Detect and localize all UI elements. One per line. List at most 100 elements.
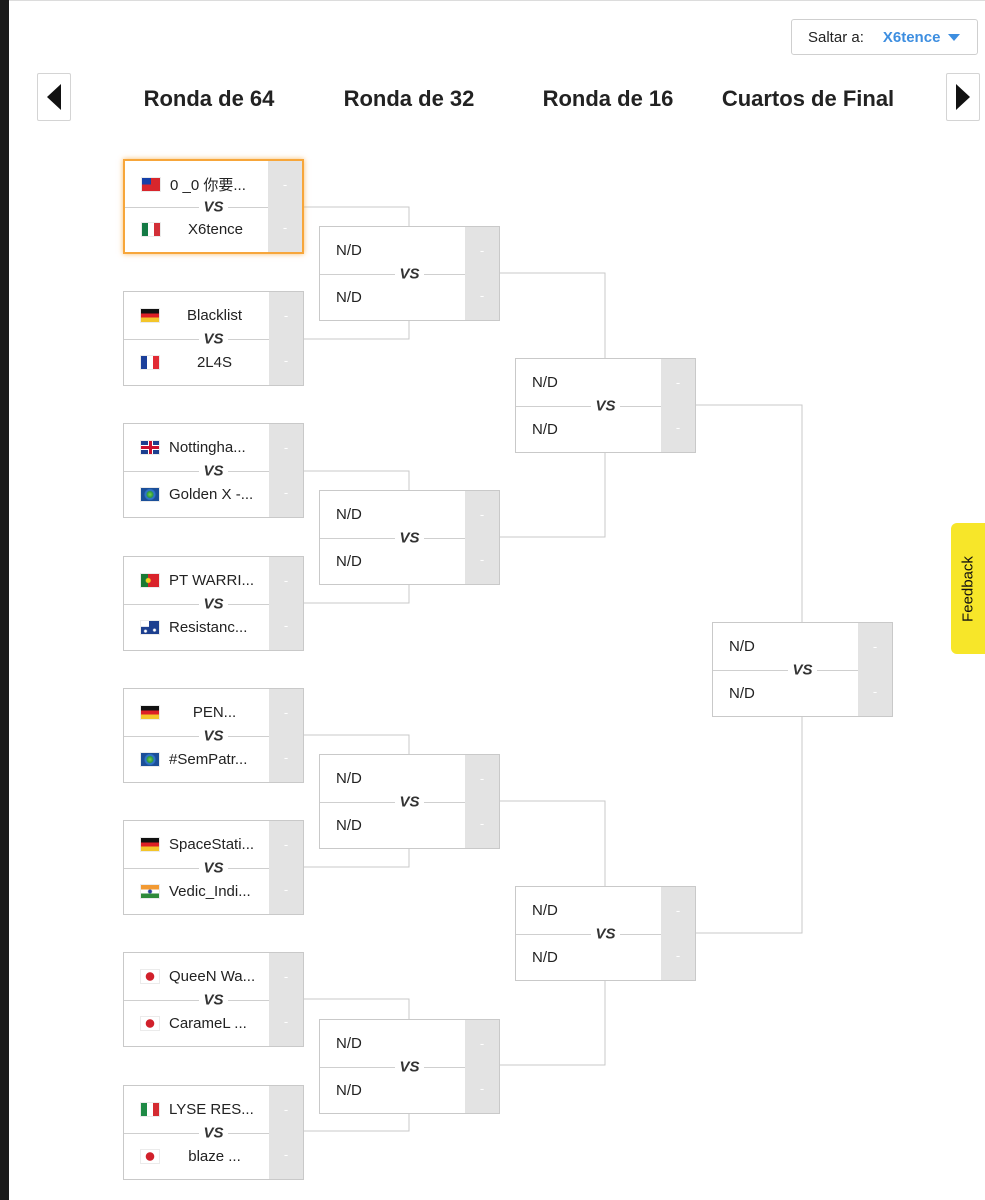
team1-score: - — [283, 573, 289, 588]
team-name: Nottingha... — [169, 438, 246, 456]
team-name: PT WARRI... — [169, 571, 255, 589]
team1-score: - — [283, 837, 289, 852]
feedback-tab[interactable]: Feedback — [951, 523, 985, 654]
team2-score: - — [282, 220, 288, 235]
team2-score: - — [675, 420, 681, 435]
vs-label: VS — [124, 859, 303, 876]
flag-italy-icon — [141, 1102, 159, 1116]
match-r64-3[interactable]: Nottingha... Golden X -... - - VS — [123, 423, 304, 518]
vs-label: VS — [124, 462, 303, 479]
team2-score: - — [283, 618, 289, 633]
match-qf-1[interactable]: N/D N/D - - VS — [712, 622, 893, 717]
flag-japan-icon — [141, 1016, 159, 1030]
vs-label: VS — [124, 330, 303, 347]
team2-score: - — [479, 1081, 485, 1096]
flag-germany-icon — [141, 837, 159, 851]
flag-germany-icon — [141, 705, 159, 719]
team1-score: - — [675, 903, 681, 918]
match-r32-2[interactable]: N/D N/D - - VS — [319, 490, 500, 585]
match-r64-1[interactable]: 0 _0 你要... X6tence - - VS — [123, 159, 304, 254]
feedback-label: Feedback — [959, 555, 977, 622]
vs-label: VS — [124, 991, 303, 1008]
team-name: N/D — [336, 505, 362, 523]
team-name: N/D — [336, 1081, 362, 1099]
match-r16-2[interactable]: N/D N/D - - VS — [515, 886, 696, 981]
flag-world-icon — [141, 752, 159, 766]
flag-mexico-icon — [142, 222, 160, 236]
flag-india-icon — [141, 884, 159, 898]
team-name: 2L4S — [196, 353, 233, 371]
team1-score: - — [479, 771, 485, 786]
flag-world-icon — [141, 487, 159, 501]
vs-text: VS — [395, 265, 424, 282]
vs-label: VS — [124, 727, 303, 744]
flag-japan-icon — [141, 1149, 159, 1163]
team2-score: - — [872, 684, 878, 699]
team2-score: - — [675, 948, 681, 963]
match-r64-4[interactable]: PT WARRI... Resistanc... - - VS — [123, 556, 304, 651]
team2-score: - — [479, 816, 485, 831]
team-name: Blacklist — [186, 306, 242, 324]
team2-score: - — [283, 882, 289, 897]
team2-score: - — [283, 1147, 289, 1162]
vs-text: VS — [395, 793, 424, 810]
team1-score: - — [283, 440, 289, 455]
vs-label: VS — [124, 1124, 303, 1141]
team-name: N/D — [336, 816, 362, 834]
team2-score: - — [479, 552, 485, 567]
team2-score: - — [283, 485, 289, 500]
team-name: N/D — [336, 1034, 362, 1052]
team-name: N/D — [729, 684, 755, 702]
team1-score: - — [479, 243, 485, 258]
flag-portugal-icon — [141, 573, 159, 587]
vs-text: VS — [591, 397, 620, 414]
match-r32-3[interactable]: N/D N/D - - VS — [319, 754, 500, 849]
vs-text: VS — [199, 330, 228, 347]
flag-taiwan-icon — [142, 177, 160, 191]
team-name: #SemPatr... — [169, 750, 248, 768]
match-r64-5[interactable]: PEN... #SemPatr... - - VS — [123, 688, 304, 783]
match-r64-2[interactable]: Blacklist 2L4S - - VS — [123, 291, 304, 386]
match-r16-1[interactable]: N/D N/D - - VS — [515, 358, 696, 453]
vs-label: VS — [320, 529, 499, 546]
team2-score: - — [283, 750, 289, 765]
vs-text: VS — [395, 529, 424, 546]
team-name: blaze ... — [188, 1147, 241, 1165]
vs-label: VS — [125, 198, 302, 215]
team-name: Golden X -... — [169, 485, 254, 503]
vs-text: VS — [788, 661, 817, 678]
team2-score: - — [283, 1014, 289, 1029]
vs-text: VS — [395, 1058, 424, 1075]
vs-text: VS — [199, 1124, 228, 1141]
team-name: LYSE RES... — [169, 1100, 254, 1118]
match-r64-7[interactable]: QueeN Wa... CarameL ... - - VS — [123, 952, 304, 1047]
match-r64-8[interactable]: LYSE RES... blaze ... - - VS — [123, 1085, 304, 1180]
vs-label: VS — [516, 925, 695, 942]
vs-text: VS — [199, 991, 228, 1008]
team1-score: - — [479, 507, 485, 522]
team-name: QueeN Wa... — [169, 967, 256, 985]
team-name: N/D — [336, 769, 362, 787]
team1-score: - — [872, 639, 878, 654]
vs-label: VS — [320, 1058, 499, 1075]
match-r32-1[interactable]: N/D N/D - - VS — [319, 226, 500, 321]
vs-text: VS — [199, 727, 228, 744]
team1-score: - — [283, 969, 289, 984]
team1-score: - — [283, 705, 289, 720]
team1-score: - — [282, 177, 288, 192]
flag-germany-icon — [141, 308, 159, 322]
vs-label: VS — [124, 595, 303, 612]
team-name: N/D — [532, 901, 558, 919]
vs-label: VS — [320, 793, 499, 810]
team-name: SpaceStati... — [169, 835, 255, 853]
vs-label: VS — [516, 397, 695, 414]
team-name: N/D — [336, 241, 362, 259]
match-r64-6[interactable]: SpaceStati... Vedic_Indi... - - VS — [123, 820, 304, 915]
vs-text: VS — [199, 198, 228, 215]
match-r32-4[interactable]: N/D N/D - - VS — [319, 1019, 500, 1114]
team-name: N/D — [729, 637, 755, 655]
team-name: N/D — [336, 552, 362, 570]
vs-text: VS — [199, 859, 228, 876]
team-name: X6tence — [187, 220, 244, 238]
flag-australia-icon — [141, 620, 159, 634]
